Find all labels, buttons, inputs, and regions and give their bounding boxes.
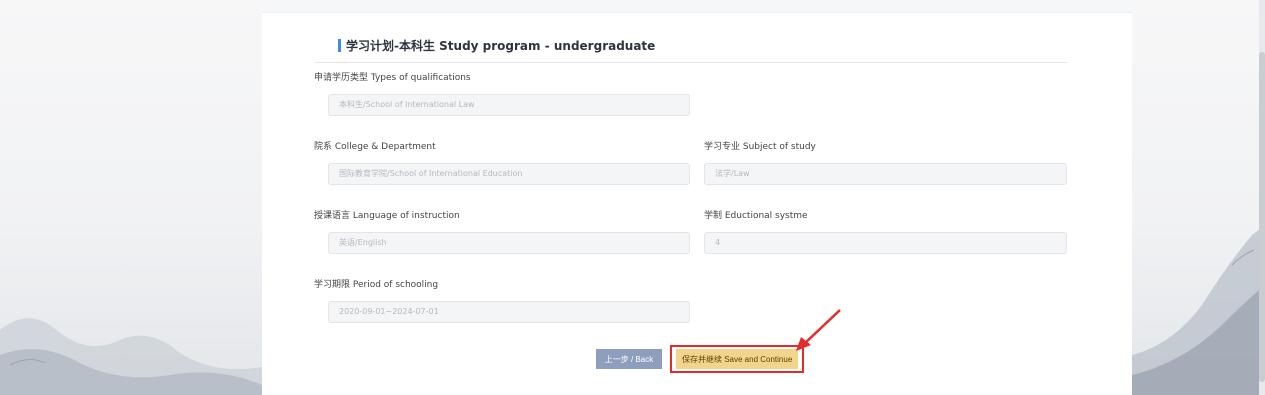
red-arrow-icon — [796, 309, 841, 351]
section-divider — [314, 62, 1068, 63]
scrollbar-thumb[interactable] — [1259, 52, 1265, 382]
background-landscape-left — [0, 0, 262, 395]
form-panel: 学习计划-本科生 Study program - undergraduate 申… — [262, 0, 1132, 395]
educational-system-field[interactable]: 4 — [704, 232, 1067, 254]
page-scrollbar[interactable] — [1259, 0, 1265, 395]
qualification-type-field[interactable]: 本科生/School of International Law — [328, 94, 690, 116]
title-accent-bar — [338, 38, 341, 52]
label-qualification-type: 申请学历类型 Types of qualifications — [314, 73, 471, 83]
background-landscape-right — [1132, 0, 1265, 395]
language-of-instruction-field[interactable]: 英语/English — [328, 232, 690, 254]
mountain-illustration-right — [1132, 225, 1265, 395]
label-period-of-schooling: 学习期限 Period of schooling — [314, 280, 439, 290]
section-title-text: 学习计划-本科生 Study program - undergraduate — [346, 38, 656, 53]
label-subject-of-study: 学习专业 Subject of study — [704, 142, 816, 152]
college-department-field[interactable]: 国际教育学院/School of International Education — [328, 163, 690, 185]
label-educational-system: 学制 Eductional systme — [704, 211, 808, 221]
mountain-illustration-left — [0, 318, 262, 395]
period-of-schooling-field[interactable]: 2020-09-01~2024-07-01 — [328, 301, 690, 323]
label-college-department: 院系 College & Department — [314, 142, 436, 152]
label-language-of-instruction: 授课语言 Language of instruction — [314, 211, 460, 221]
section-title: 学习计划-本科生 Study program - undergraduate — [338, 37, 655, 53]
save-and-continue-button[interactable]: 保存并继续 Save and Continue — [676, 349, 798, 369]
panel-top-strip — [262, 0, 1132, 13]
back-button[interactable]: 上一步 / Back — [596, 349, 662, 369]
subject-of-study-field[interactable]: 法学/Law — [704, 163, 1067, 185]
